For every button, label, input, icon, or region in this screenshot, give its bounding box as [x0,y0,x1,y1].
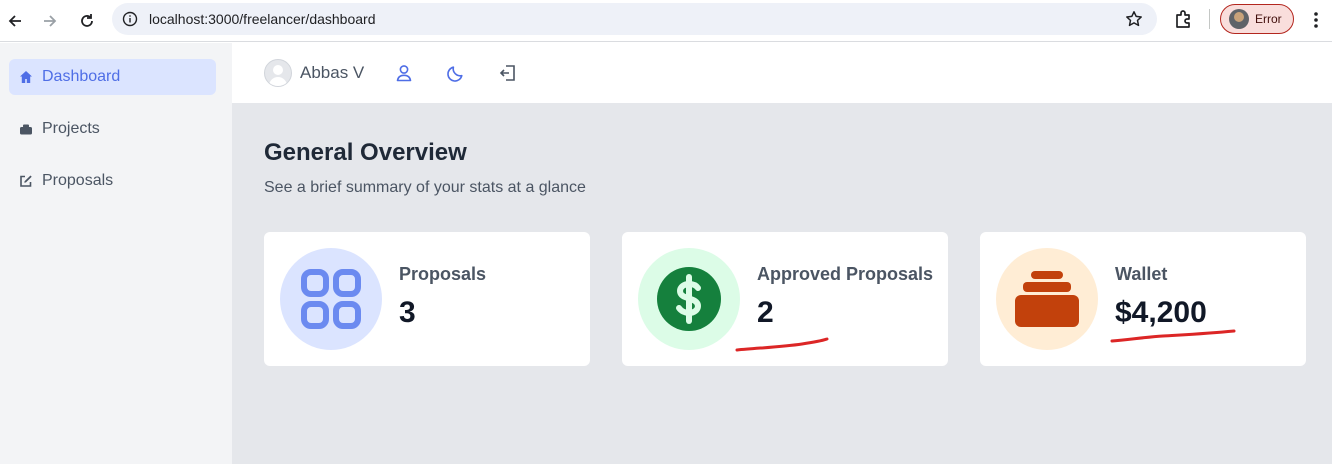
user-name: Abbas V [300,63,365,82]
toolbar-divider [1209,9,1210,29]
page-title: General Overview [264,139,467,166]
profile-button[interactable]: Error [1220,4,1294,34]
stat-card-label: Approved Proposals [757,264,934,284]
address-bar[interactable]: localhost:3000/freelancer/dashboard [112,3,1157,35]
extensions-icon[interactable] [1172,8,1194,30]
page-subtitle: See a brief summary of your stats at a g… [264,179,586,196]
avatar[interactable] [264,59,292,87]
menu-kebab-icon[interactable] [1306,9,1326,31]
home-icon [19,70,33,84]
site-info-icon[interactable] [122,11,138,27]
stat-card-value: $4,200 [1115,296,1207,329]
main-content: General Overview See a brief summary of … [232,103,1332,464]
stat-card-wallet: Wallet $4,200 [980,232,1306,366]
edit-icon [19,174,33,188]
dollar-circle-icon [638,248,740,350]
dark-mode-moon-icon[interactable] [446,63,466,83]
sidebar-item-label: Proposals [42,172,114,189]
briefcase-icon [19,122,33,136]
sidebar-item-projects[interactable]: Projects [9,111,216,147]
stat-card-label: Wallet [1115,264,1168,284]
bookmark-star-icon[interactable] [1125,10,1143,28]
logout-icon[interactable] [498,63,518,83]
back-arrow-icon[interactable] [3,9,27,33]
wallet-stack-icon [996,248,1098,350]
forward-arrow-icon[interactable] [38,9,62,33]
browser-toolbar: localhost:3000/freelancer/dashboard Erro… [0,0,1332,42]
sidebar-item-label: Projects [42,120,100,137]
stat-card-proposals: Proposals 3 [264,232,590,366]
profile-error-label: Error [1255,12,1282,26]
stat-card-value: 2 [757,296,774,329]
reload-icon[interactable] [75,9,99,33]
url-text: localhost:3000/freelancer/dashboard [149,11,376,27]
sidebar-item-dashboard[interactable]: Dashboard [9,59,216,95]
stat-card-label: Proposals [399,264,487,284]
stat-card-approved-proposals: Approved Proposals 2 [622,232,948,366]
grid-apps-icon [280,248,382,350]
stat-card-value: 3 [399,296,416,329]
app-header: Abbas V [232,43,1332,103]
profile-avatar [1229,9,1249,29]
sidebar: Dashboard Projects Proposals [0,43,232,464]
sidebar-item-label: Dashboard [42,68,121,85]
sidebar-item-proposals[interactable]: Proposals [9,163,216,199]
user-profile-icon[interactable] [394,63,414,83]
